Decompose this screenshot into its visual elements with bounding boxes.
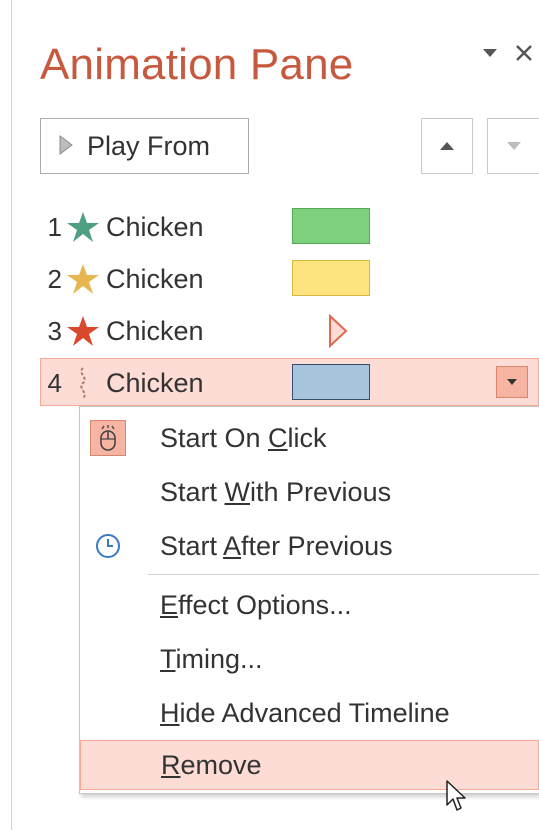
menu-separator <box>148 574 539 575</box>
menu-label: Effect Options... <box>160 589 352 620</box>
move-down-button[interactable] <box>487 118 539 174</box>
play-icon <box>59 131 73 162</box>
timeline-bar-2[interactable] <box>292 260 370 296</box>
green-star-entrance-icon <box>64 210 102 244</box>
animation-name: Chicken <box>106 211 204 242</box>
title-controls <box>479 42 535 64</box>
mouse-click-icon <box>90 420 126 456</box>
exit-marker-icon[interactable] <box>328 313 348 349</box>
menu-label: Timing... <box>160 643 263 674</box>
close-icon[interactable] <box>513 42 535 64</box>
clock-icon <box>90 528 126 564</box>
menu-label: Start With Previous <box>160 476 392 507</box>
mouse-cursor-icon <box>446 780 468 814</box>
animation-item-2[interactable]: 2 Chicken <box>40 257 301 301</box>
menu-item-timing[interactable]: Timing... <box>80 633 539 685</box>
item-dropdown-button[interactable] <box>496 366 528 398</box>
play-from-label: Play From <box>87 130 211 161</box>
play-from-button[interactable]: Play From <box>40 118 249 174</box>
pane-title: Animation Pane <box>40 40 354 89</box>
timeline-bar-4[interactable] <box>292 364 370 400</box>
animation-item-1[interactable]: 1 Chicken <box>40 205 301 249</box>
menu-item-start-with-previous[interactable]: Start With Previous <box>80 466 539 518</box>
menu-item-start-on-click[interactable]: Start On Click <box>80 412 539 464</box>
animation-name: Chicken <box>106 263 204 294</box>
chevron-down-icon <box>507 379 517 385</box>
animation-number: 3 <box>47 315 62 346</box>
menu-item-start-after-previous[interactable]: Start After Previous <box>80 520 539 572</box>
animation-item-4[interactable]: 4 Chicken <box>40 361 301 405</box>
move-up-button[interactable] <box>421 118 473 174</box>
move-down-icon <box>506 142 521 150</box>
menu-label: Start After Previous <box>160 530 393 561</box>
menu-label: Start On Click <box>160 422 327 453</box>
animation-name: Chicken <box>106 315 204 346</box>
menu-item-effect-options[interactable]: Effect Options... <box>80 579 539 631</box>
red-star-exit-icon <box>64 314 102 348</box>
move-up-icon <box>440 142 454 150</box>
gold-star-emphasis-icon <box>64 262 102 296</box>
animation-number: 2 <box>47 263 62 294</box>
animation-name: Chicken <box>106 367 204 398</box>
animation-number: 4 <box>47 367 62 398</box>
motion-path-icon <box>64 366 102 400</box>
animation-item-3[interactable]: 3 Chicken <box>40 309 301 353</box>
context-menu: Start On Click Start With Previous Start… <box>79 406 539 794</box>
pane-options-dropdown-icon[interactable] <box>479 42 501 64</box>
menu-item-hide-advanced-timeline[interactable]: Hide Advanced Timeline <box>80 687 539 739</box>
animation-number: 1 <box>47 211 62 242</box>
timeline-bar-1[interactable] <box>292 208 370 244</box>
menu-item-remove[interactable]: Remove <box>80 740 539 790</box>
menu-label: Hide Advanced Timeline <box>160 697 450 728</box>
menu-label: Remove <box>161 749 262 780</box>
